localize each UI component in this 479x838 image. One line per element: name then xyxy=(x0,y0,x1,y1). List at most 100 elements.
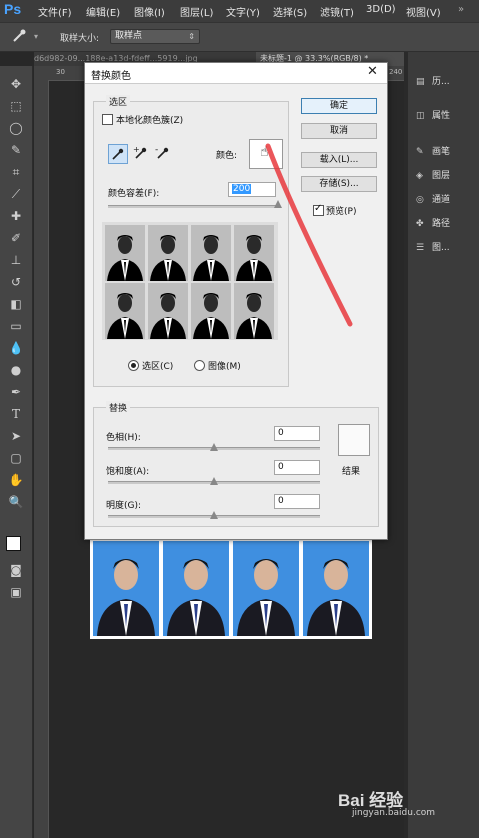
load-button[interactable]: 载入(L)... xyxy=(301,152,377,168)
lightness-label: 明度(G): xyxy=(106,501,142,511)
chevron-down-icon[interactable]: ▾ xyxy=(34,32,42,41)
menu-image[interactable]: 图像(I) xyxy=(134,4,165,19)
type-tool-icon[interactable]: T xyxy=(8,406,24,422)
portrait-photo xyxy=(303,541,369,636)
quick-mask-icon[interactable]: ◙ xyxy=(8,562,24,578)
lightness-slider-thumb[interactable] xyxy=(210,511,218,519)
hand-tool-icon[interactable]: ✋ xyxy=(8,472,24,488)
sample-size-value: 取样点 xyxy=(115,31,143,41)
replace-color-dialog: 替换颜色 ✕ 选区 本地化颜色簇(Z) + - 颜色: ☝ 颜色容差(F): 2… xyxy=(84,62,388,540)
portrait-photo xyxy=(163,541,229,636)
menu-type[interactable]: 文字(Y) xyxy=(226,4,260,19)
fuzziness-slider-thumb[interactable] xyxy=(274,200,282,208)
properties-icon: ◫ xyxy=(416,111,425,121)
panel-channels[interactable]: ◎ 通道 xyxy=(416,192,450,207)
lightness-field[interactable]: 0 xyxy=(274,494,320,509)
selection-thumbnail xyxy=(234,225,274,281)
healing-brush-icon[interactable]: ✚ xyxy=(8,208,24,224)
panel-properties[interactable]: ◫ 属性 xyxy=(416,108,450,123)
eyedropper-button[interactable] xyxy=(108,144,128,164)
crop-tool-icon[interactable]: ⌗ xyxy=(8,164,24,180)
menu-layer[interactable]: 图层(L) xyxy=(180,4,213,19)
result-label: 结果 xyxy=(342,467,361,477)
canvas-photo-strip xyxy=(90,538,372,639)
ruler-tick-label: 30 xyxy=(56,68,65,76)
adjust-icon: ☰ xyxy=(416,243,425,253)
hue-field[interactable]: 0 xyxy=(274,426,320,441)
dialog-titlebar[interactable]: 替换颜色 ✕ xyxy=(85,63,387,84)
move-tool-icon[interactable]: ✥ xyxy=(8,76,24,92)
eyedropper-icon[interactable]: ⟋ xyxy=(8,186,24,202)
dodge-tool-icon[interactable]: ● xyxy=(8,362,24,378)
menu-filter[interactable]: 滤镜(T) xyxy=(320,4,354,19)
baidu-url: jingyan.baidu.com xyxy=(352,808,436,818)
panel-layers[interactable]: ◈ 图层 xyxy=(416,168,450,183)
panel-paths[interactable]: ✤ 路径 xyxy=(416,216,450,231)
menu-view[interactable]: 视图(V) xyxy=(406,4,441,19)
shape-tool-icon[interactable]: ▢ xyxy=(8,450,24,466)
ok-button[interactable]: 确定 xyxy=(301,98,377,114)
brush-icon: ✎ xyxy=(416,147,424,157)
layers-icon: ◈ xyxy=(416,171,423,181)
blur-tool-icon[interactable]: 💧 xyxy=(8,340,24,356)
fuzziness-field[interactable]: 200 xyxy=(228,182,276,197)
panel-history[interactable]: ▤ 历... xyxy=(416,74,450,89)
menu-file[interactable]: 文件(F) xyxy=(38,4,72,19)
menu-overflow-icon[interactable]: » xyxy=(458,4,464,15)
saturation-field[interactable]: 0 xyxy=(274,460,320,475)
photoshop-logo: Ps xyxy=(4,1,22,17)
selection-thumbnail xyxy=(105,225,145,281)
options-bar: ▾ 取样大小: 取样点 ⇕ xyxy=(0,22,479,52)
marquee-tool-icon[interactable]: ⬚ xyxy=(8,98,24,114)
brush-tool-icon[interactable]: ✐ xyxy=(8,230,24,246)
selection-thumbnail xyxy=(191,283,231,339)
quick-select-tool-icon[interactable]: ✎ xyxy=(8,142,24,158)
radio-selection[interactable] xyxy=(128,360,139,371)
eyedropper-plus-icon[interactable]: + xyxy=(132,144,150,162)
path-select-icon[interactable]: ➤ xyxy=(8,428,24,444)
eraser-tool-icon[interactable]: ◧ xyxy=(8,296,24,312)
ruler-vertical xyxy=(34,80,49,838)
localized-clusters-label: 本地化颜色簇(Z) xyxy=(116,116,184,126)
eyedropper-minus-icon[interactable]: - xyxy=(154,144,172,162)
save-button[interactable]: 存储(S)... xyxy=(301,176,377,192)
menu-bar: Ps 文件(F) 编辑(E) 图像(I) 图层(L) 文字(Y) 选择(S) 滤… xyxy=(0,0,479,22)
selection-preview-grid xyxy=(102,222,278,340)
replacement-group-legend: 替换 xyxy=(106,401,131,414)
cancel-button[interactable]: 取消 xyxy=(301,123,377,139)
close-icon[interactable]: ✕ xyxy=(367,64,378,79)
selection-thumbnail xyxy=(105,283,145,339)
toolbox: ✥ ⬚ ◯ ✎ ⌗ ⟋ ✚ ✐ ⊥ ↺ ◧ ▭ 💧 ● ✒ T ➤ ▢ ✋ 🔍 … xyxy=(0,66,33,838)
select-arrows-icon: ⇕ xyxy=(188,32,195,41)
preview-checkbox[interactable]: ✓ xyxy=(313,203,324,216)
hue-slider-thumb[interactable] xyxy=(210,443,218,451)
localized-clusters-checkbox[interactable] xyxy=(102,114,113,125)
panel-adjust[interactable]: ☰ 图... xyxy=(416,240,450,255)
menu-3d[interactable]: 3D(D) xyxy=(366,4,396,15)
fuzziness-slider-track[interactable] xyxy=(108,205,278,208)
fuzziness-label: 颜色容差(F): xyxy=(108,189,160,199)
menu-edit[interactable]: 编辑(E) xyxy=(86,4,120,19)
radio-image[interactable] xyxy=(194,360,205,371)
foreground-color-swatch[interactable] xyxy=(6,536,21,551)
result-swatch[interactable] xyxy=(338,424,370,456)
gradient-tool-icon[interactable]: ▭ xyxy=(8,318,24,334)
saturation-slider-thumb[interactable] xyxy=(210,477,218,485)
radio-image-label: 图像(M) xyxy=(208,362,241,372)
selection-group: 选区 本地化颜色簇(Z) + - 颜色: ☝ 颜色容差(F): 200 选区(C… xyxy=(93,95,289,387)
portrait-photo xyxy=(233,541,299,636)
screen-mode-icon[interactable]: ▣ xyxy=(8,584,24,600)
zoom-tool-icon[interactable]: 🔍 xyxy=(8,494,24,510)
svg-text:+: + xyxy=(133,145,140,154)
panel-brush[interactable]: ✎ 画笔 xyxy=(416,144,450,159)
stamp-tool-icon[interactable]: ⊥ xyxy=(8,252,24,268)
sample-size-select[interactable]: 取样点 ⇕ xyxy=(110,29,200,44)
eyedropper-tool-icon[interactable] xyxy=(10,27,28,45)
history-icon: ▤ xyxy=(416,77,425,87)
pen-tool-icon[interactable]: ✒ xyxy=(8,384,24,400)
history-brush-icon[interactable]: ↺ xyxy=(8,274,24,290)
menu-select[interactable]: 选择(S) xyxy=(273,4,307,19)
radio-dot xyxy=(131,363,136,368)
color-swatch[interactable]: ☝ xyxy=(249,139,283,169)
lasso-tool-icon[interactable]: ◯ xyxy=(8,120,24,136)
